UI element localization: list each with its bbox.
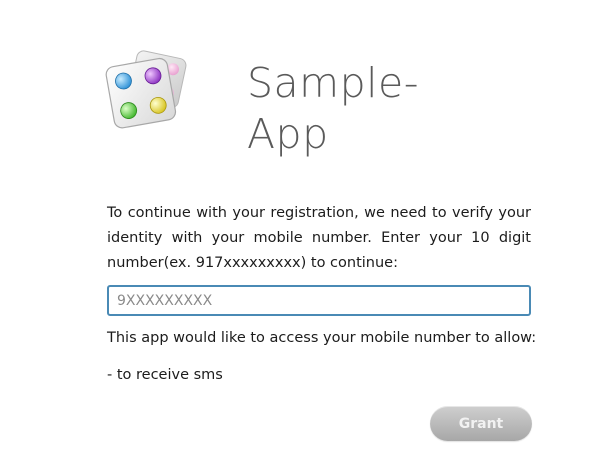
- grant-button[interactable]: Grant: [430, 406, 532, 441]
- app-title-line-2: App: [247, 110, 329, 158]
- permission-item-receive-sms: - to receive sms: [107, 367, 223, 383]
- sample-app-permission-page: Sample- App To continue with your regist…: [0, 0, 611, 457]
- app-title: Sample- App: [247, 58, 467, 160]
- app-title-line-1: Sample-: [247, 59, 420, 107]
- mobile-number-input[interactable]: [107, 285, 531, 316]
- dice-icon: [105, 50, 187, 129]
- verification-instructions: To continue with your registration, we n…: [107, 205, 531, 271]
- permission-heading: This app would like to access your mobil…: [107, 330, 537, 346]
